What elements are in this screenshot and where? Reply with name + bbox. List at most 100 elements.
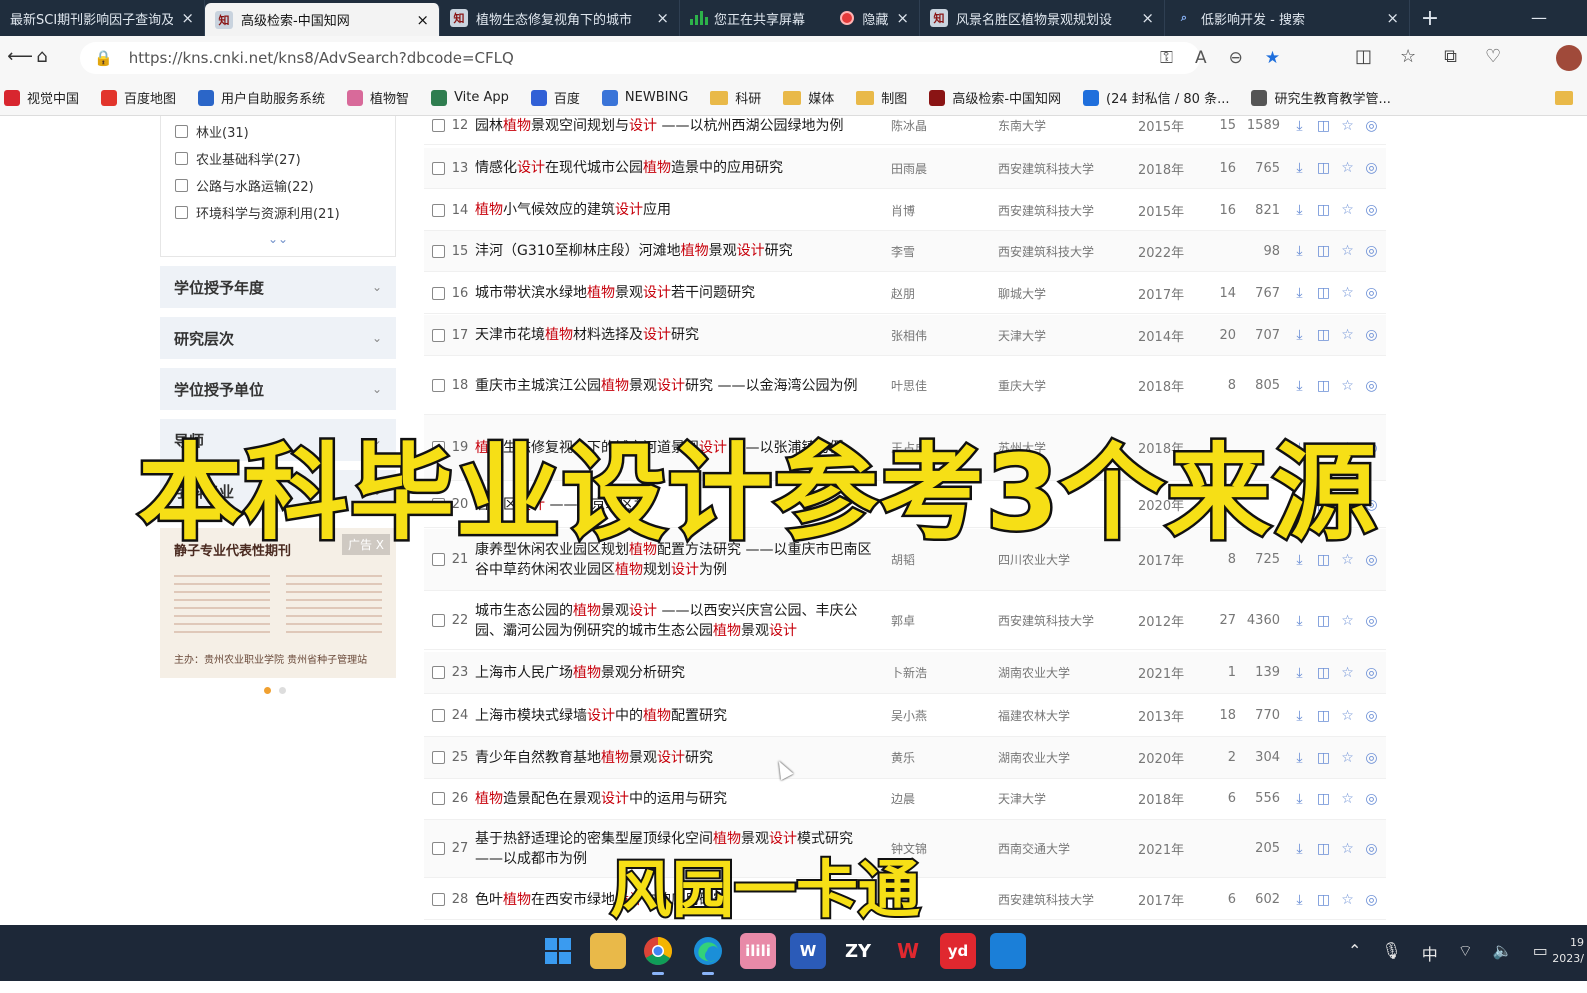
read-online-icon[interactable]: ◫ bbox=[1316, 750, 1331, 766]
author-link[interactable]: 李雪 bbox=[883, 243, 998, 260]
file-explorer-icon[interactable] bbox=[590, 933, 626, 969]
browser-tab[interactable]: ⌕ 低影响开发 - 搜索 × bbox=[1165, 0, 1410, 36]
collect-star-icon[interactable]: ☆ bbox=[1340, 841, 1355, 857]
collect-star-icon[interactable]: ☆ bbox=[1340, 892, 1355, 908]
collect-star-icon[interactable]: ☆ bbox=[1340, 160, 1355, 176]
bookmark-item[interactable]: 媒体 bbox=[783, 88, 834, 107]
school-link[interactable]: 福建农林大学 bbox=[998, 707, 1138, 724]
quote-icon[interactable]: ◎ bbox=[1364, 243, 1379, 259]
bookmark-item[interactable]: 研究生教育教学管... bbox=[1251, 88, 1391, 107]
collect-star-icon[interactable]: ☆ bbox=[1340, 665, 1355, 681]
bookmark-item[interactable]: Vite App bbox=[431, 89, 509, 106]
download-icon[interactable]: ⤓ bbox=[1292, 791, 1307, 807]
quote-icon[interactable]: ◎ bbox=[1364, 750, 1379, 766]
author-link[interactable]: 田雨晨 bbox=[883, 160, 998, 177]
quote-icon[interactable]: ◎ bbox=[1364, 708, 1379, 724]
browser-tab[interactable]: 知植物生态修复视角下的城市 × bbox=[440, 0, 680, 36]
paper-title-link[interactable]: 城市带状滨水绿地植物景观设计若干问题研究 bbox=[475, 283, 883, 303]
collect-star-icon[interactable]: ☆ bbox=[1340, 708, 1355, 724]
quote-icon[interactable]: ◎ bbox=[1364, 160, 1379, 176]
read-aloud-icon[interactable]: A bbox=[1195, 48, 1207, 68]
row-checkbox[interactable] bbox=[432, 286, 445, 300]
row-checkbox[interactable] bbox=[432, 161, 445, 175]
download-icon[interactable]: ⤓ bbox=[1292, 708, 1307, 724]
paper-title-link[interactable]: 情感化设计在现代城市公园植物造景中的应用研究 bbox=[475, 158, 883, 178]
home-icon[interactable]: ⌂ bbox=[22, 46, 62, 67]
filter-option[interactable]: 公路与水路运输(22) bbox=[175, 172, 381, 199]
bookmark-item[interactable]: 植物智 bbox=[347, 88, 409, 107]
browser-tab[interactable]: 您正在共享屏幕 隐藏 × bbox=[680, 0, 920, 36]
collect-star-icon[interactable]: ☆ bbox=[1340, 750, 1355, 766]
taskbar-clock[interactable]: 19 2023/ bbox=[1534, 935, 1584, 967]
download-icon[interactable]: ⤓ bbox=[1292, 243, 1307, 259]
bookmark-item[interactable]: 高级检索-中国知网 bbox=[929, 88, 1061, 107]
author-link[interactable]: 边晨 bbox=[883, 790, 998, 807]
bookmark-item[interactable]: 百度 bbox=[530, 88, 580, 107]
row-checkbox[interactable] bbox=[432, 614, 445, 627]
expand-more-icon[interactable]: ⌄⌄ bbox=[175, 232, 381, 246]
browser-tab[interactable]: 知高级检索-中国知网 × bbox=[205, 3, 440, 36]
tab-close-icon[interactable]: × bbox=[181, 9, 194, 27]
paper-title-link[interactable]: 重庆市主城滨江公园植物景观设计研究 ——以金海湾公园为例 bbox=[475, 376, 883, 396]
read-online-icon[interactable]: ◫ bbox=[1316, 892, 1331, 908]
row-checkbox[interactable] bbox=[432, 379, 445, 392]
author-link[interactable]: 赵朋 bbox=[883, 285, 998, 302]
collections-icon[interactable]: ⧉ bbox=[1444, 46, 1457, 67]
download-icon[interactable]: ⤓ bbox=[1292, 160, 1307, 176]
download-icon[interactable]: ⤓ bbox=[1292, 327, 1307, 343]
bookmark-item[interactable]: 科研 bbox=[710, 88, 761, 107]
collect-star-icon[interactable]: ☆ bbox=[1340, 118, 1355, 134]
facet-header[interactable]: 学位授予年度 ⌄ bbox=[160, 266, 396, 308]
paper-title-link[interactable]: 上海市模块式绿墙设计中的植物配置研究 bbox=[475, 706, 883, 726]
author-link[interactable]: 陈冰晶 bbox=[883, 117, 998, 134]
tab-hide-label[interactable]: 隐藏 bbox=[862, 9, 888, 28]
tab-close-icon[interactable]: × bbox=[656, 9, 669, 27]
quote-icon[interactable]: ◎ bbox=[1364, 791, 1379, 807]
volume-icon[interactable]: 🔈 bbox=[1493, 941, 1513, 965]
filter-option[interactable]: 农业基础科学(27) bbox=[175, 145, 381, 172]
school-link[interactable]: 天津大学 bbox=[998, 327, 1138, 344]
quote-icon[interactable]: ◎ bbox=[1364, 327, 1379, 343]
row-checkbox[interactable] bbox=[432, 751, 445, 764]
other-favorites-folder-icon[interactable] bbox=[1555, 91, 1573, 105]
wps-icon[interactable]: W bbox=[890, 933, 926, 969]
paper-title-link[interactable]: 上海市人民广场植物景观分析研究 bbox=[475, 663, 883, 683]
youdao-icon[interactable]: yd bbox=[940, 933, 976, 969]
read-online-icon[interactable]: ◫ bbox=[1316, 841, 1331, 857]
word-icon[interactable]: W bbox=[790, 933, 826, 969]
collect-star-icon[interactable]: ☆ bbox=[1340, 285, 1355, 301]
row-checkbox[interactable] bbox=[432, 244, 445, 258]
school-link[interactable]: 西安建筑科技大学 bbox=[998, 160, 1138, 177]
split-screen-icon[interactable]: ◫ bbox=[1355, 46, 1372, 67]
edge-icon[interactable] bbox=[690, 933, 726, 975]
school-link[interactable]: 西安建筑科技大学 bbox=[998, 243, 1138, 260]
author-link[interactable]: 叶思佳 bbox=[883, 377, 998, 394]
tab-close-icon[interactable]: × bbox=[1141, 9, 1154, 27]
zoom-icon[interactable]: ⊖ bbox=[1229, 48, 1243, 68]
paper-title-link[interactable]: 天津市花境植物材料选择及设计研究 bbox=[475, 325, 883, 345]
bookmark-item[interactable]: 视觉中国 bbox=[4, 88, 79, 107]
bookmark-item[interactable]: NEWBING bbox=[601, 89, 688, 106]
checkbox[interactable] bbox=[175, 152, 188, 165]
url-field[interactable]: 🔒 https://kns.cnki.net/kns8/AdvSearch?db… bbox=[80, 42, 1200, 74]
school-link[interactable]: 聊城大学 bbox=[998, 285, 1138, 302]
read-online-icon[interactable]: ◫ bbox=[1316, 327, 1331, 343]
tab-close-icon[interactable]: × bbox=[1386, 9, 1399, 27]
checkbox[interactable] bbox=[175, 179, 188, 192]
tab-close-icon[interactable]: × bbox=[416, 11, 429, 29]
collect-star-icon[interactable]: ☆ bbox=[1340, 613, 1355, 629]
author-link[interactable]: 黄乐 bbox=[883, 749, 998, 766]
download-icon[interactable]: ⤓ bbox=[1292, 118, 1307, 134]
read-online-icon[interactable]: ◫ bbox=[1316, 665, 1331, 681]
filter-option[interactable]: 环境科学与资源利用(21) bbox=[175, 199, 381, 226]
bookmark-item[interactable]: 用户自助服务系统 bbox=[198, 88, 325, 107]
chrome-icon[interactable] bbox=[640, 933, 676, 975]
row-checkbox[interactable] bbox=[432, 792, 445, 805]
quote-icon[interactable]: ◎ bbox=[1364, 202, 1379, 218]
quote-icon[interactable]: ◎ bbox=[1364, 118, 1379, 134]
quote-icon[interactable]: ◎ bbox=[1364, 841, 1379, 857]
row-checkbox[interactable] bbox=[432, 203, 445, 217]
tab-close-icon[interactable]: × bbox=[896, 9, 909, 27]
row-checkbox[interactable] bbox=[432, 893, 445, 906]
facet-header[interactable]: 学位授予单位 ⌄ bbox=[160, 368, 396, 410]
